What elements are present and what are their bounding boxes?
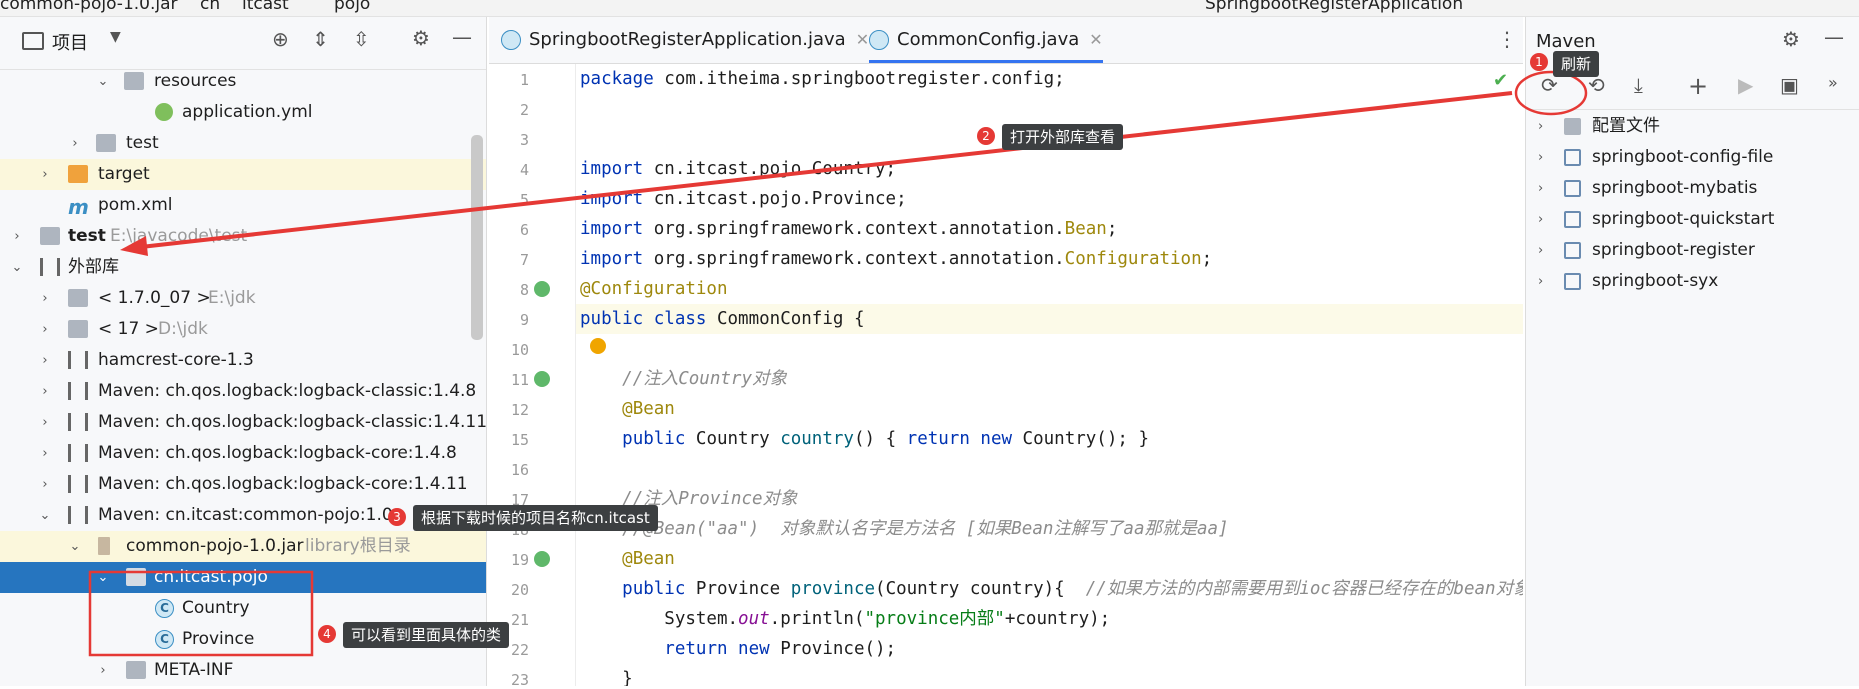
arrow-line <box>131 91 1513 250</box>
arrow-head <box>120 236 148 256</box>
tooltip-project-name: 根据下载时候的项目名称cn.itcast <box>413 505 658 531</box>
annotation-badge-1: 1 <box>1530 53 1548 71</box>
annotation-badge-4: 4 <box>318 625 336 643</box>
tooltip-open-external-libs: 打开外部库查看 <box>1002 124 1124 150</box>
refresh-highlight-circle <box>1514 70 1588 116</box>
annotation-badge-2: 2 <box>977 127 995 145</box>
annotation-overlay <box>88 70 1588 657</box>
class-highlight-box <box>88 570 314 657</box>
annotation-badge-3: 3 <box>388 508 406 526</box>
tooltip-refresh: 刷新 <box>1553 51 1600 77</box>
tooltip-classes: 可以看到里面具体的类 <box>343 622 510 648</box>
